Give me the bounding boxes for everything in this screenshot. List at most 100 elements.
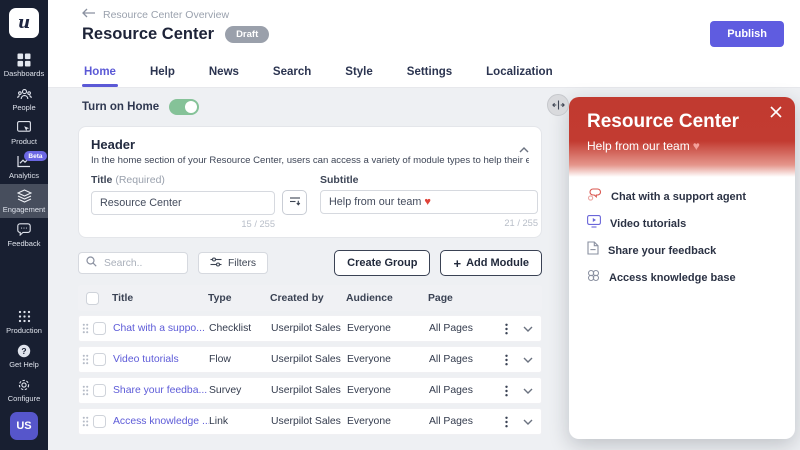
tab-localization[interactable]: Localization — [484, 60, 554, 87]
preview-header: Resource Center Help from our team ♥ — [569, 97, 795, 177]
drag-handle-icon[interactable] — [82, 354, 89, 365]
breadcrumb[interactable]: Resource Center Overview — [82, 8, 229, 21]
module-title-link[interactable]: Video tutorials — [113, 354, 209, 365]
product-icon — [17, 120, 31, 135]
tab-help[interactable]: Help — [148, 60, 177, 87]
subtitle-input[interactable]: Help from our team ♥ — [320, 190, 538, 214]
sidebar-item-configure[interactable]: Configure — [0, 373, 48, 407]
back-arrow-icon[interactable] — [82, 8, 96, 21]
subtitle-char-counter: 21 / 255 — [504, 218, 538, 228]
video-icon — [587, 214, 601, 233]
chevron-down-icon[interactable] — [515, 357, 541, 363]
column-header-audience[interactable]: Audience — [346, 293, 428, 304]
turn-on-home-label: Turn on Home — [82, 101, 160, 113]
row-checkbox[interactable] — [93, 322, 106, 335]
close-icon[interactable] — [770, 105, 782, 123]
preview-item-video[interactable]: Video tutorials — [587, 210, 777, 237]
module-page: All Pages — [429, 354, 473, 365]
search-input[interactable] — [102, 256, 180, 270]
insert-text-button[interactable] — [282, 190, 307, 215]
add-module-button[interactable]: + Add Module — [440, 250, 542, 276]
title-field-label: Title — [91, 174, 113, 186]
tab-search[interactable]: Search — [271, 60, 313, 87]
knowledge-icon — [587, 269, 600, 287]
title-required-label: (Required) — [115, 174, 165, 186]
tab-home[interactable]: Home — [82, 60, 118, 87]
beta-badge: Beta — [23, 151, 47, 161]
module-type: Checklist — [209, 323, 252, 334]
column-header-page[interactable]: Page — [428, 293, 498, 304]
modules-table: Title Type Created by Audience Page Chat… — [78, 285, 542, 435]
sidebar-item-label: Analytics — [8, 171, 39, 180]
chat-icon — [587, 187, 602, 206]
search-icon — [86, 254, 97, 272]
preview-item-knowledge[interactable]: Access knowledge base — [587, 264, 777, 291]
table-header: Title Type Created by Audience Page — [78, 285, 542, 311]
chevron-down-icon[interactable] — [515, 419, 541, 425]
tab-style[interactable]: Style — [343, 60, 375, 87]
kebab-menu-icon[interactable] — [497, 354, 515, 366]
dashboards-icon — [17, 52, 31, 67]
tab-bar: Home Help News Search Style Settings Loc… — [82, 60, 555, 87]
sidebar-item-people[interactable]: People — [0, 82, 48, 116]
title-input[interactable]: Resource Center — [91, 190, 275, 215]
module-page: All Pages — [429, 323, 473, 334]
tab-settings[interactable]: Settings — [405, 60, 454, 87]
resource-center-preview: Resource Center Help from our team ♥ Chat… — [569, 97, 795, 439]
column-header-type[interactable]: Type — [208, 293, 270, 304]
publish-button[interactable]: Publish — [710, 21, 784, 47]
sidebar-item-label: Engagement — [2, 205, 46, 214]
chevron-down-icon[interactable] — [515, 326, 541, 332]
module-page: All Pages — [429, 385, 473, 396]
turn-on-home-toggle[interactable] — [169, 99, 200, 115]
engagement-icon — [16, 188, 32, 203]
drag-handle-icon[interactable] — [82, 385, 89, 396]
column-header-title[interactable]: Title — [112, 293, 208, 304]
preview-item-feedback[interactable]: Share your feedback — [587, 237, 777, 264]
tab-news[interactable]: News — [207, 60, 241, 87]
sidebar-item-product[interactable]: Product — [0, 116, 48, 150]
preview-item-chat[interactable]: Chat with a support agent — [587, 183, 777, 210]
row-checkbox[interactable] — [93, 415, 106, 428]
module-audience: Everyone — [347, 354, 391, 365]
table-row: Share your feedba... Survey Userpilot Sa… — [78, 377, 542, 404]
select-all-checkbox[interactable] — [86, 291, 99, 305]
search-box[interactable] — [78, 252, 188, 274]
module-created-by: Userpilot Sales — [271, 385, 341, 396]
filters-button[interactable]: Filters — [198, 252, 269, 274]
kebab-menu-icon[interactable] — [497, 416, 515, 428]
drag-handle-icon[interactable] — [82, 416, 89, 427]
sidebar-item-analytics[interactable]: Beta Analytics — [0, 150, 48, 184]
header-card-description: In the home section of your Resource Cen… — [91, 155, 529, 166]
production-icon — [18, 309, 31, 324]
title-char-counter: 15 / 255 — [241, 219, 275, 229]
sidebar-item-dashboards[interactable]: Dashboards — [0, 48, 48, 82]
sidebar-item-get-help[interactable]: ? Get Help — [0, 339, 48, 373]
userpilot-logo[interactable]: u — [9, 8, 39, 38]
preview-module-list: Chat with a support agent Video tutorial… — [569, 177, 795, 291]
header-card-title: Header — [91, 137, 136, 152]
user-avatar[interactable]: US — [10, 412, 38, 440]
create-group-button[interactable]: Create Group — [334, 250, 431, 276]
module-audience: Everyone — [347, 385, 391, 396]
kebab-menu-icon[interactable] — [497, 323, 515, 335]
chevron-down-icon[interactable] — [515, 388, 541, 394]
sidebar-item-production[interactable]: Production — [0, 305, 48, 339]
module-title-link[interactable]: Chat with a suppo... — [113, 323, 209, 334]
sidebar-item-feedback[interactable]: Feedback — [0, 218, 48, 252]
document-icon — [587, 241, 599, 260]
table-row: Video tutorials Flow Userpilot Sales Eve… — [78, 346, 542, 373]
insert-text-icon — [289, 194, 301, 212]
panel-resize-handle[interactable] — [547, 94, 569, 116]
row-checkbox[interactable] — [93, 384, 106, 397]
drag-handle-icon[interactable] — [82, 323, 89, 334]
chevron-up-icon[interactable] — [519, 140, 529, 158]
module-type: Flow — [209, 354, 231, 365]
kebab-menu-icon[interactable] — [497, 385, 515, 397]
row-checkbox[interactable] — [93, 353, 106, 366]
module-title-link[interactable]: Access knowledge ... — [113, 416, 209, 427]
module-title-link[interactable]: Share your feedba... — [113, 385, 209, 396]
sidebar-item-engagement[interactable]: Engagement — [0, 184, 48, 218]
module-page: All Pages — [429, 416, 473, 427]
column-header-created-by[interactable]: Created by — [270, 293, 346, 304]
